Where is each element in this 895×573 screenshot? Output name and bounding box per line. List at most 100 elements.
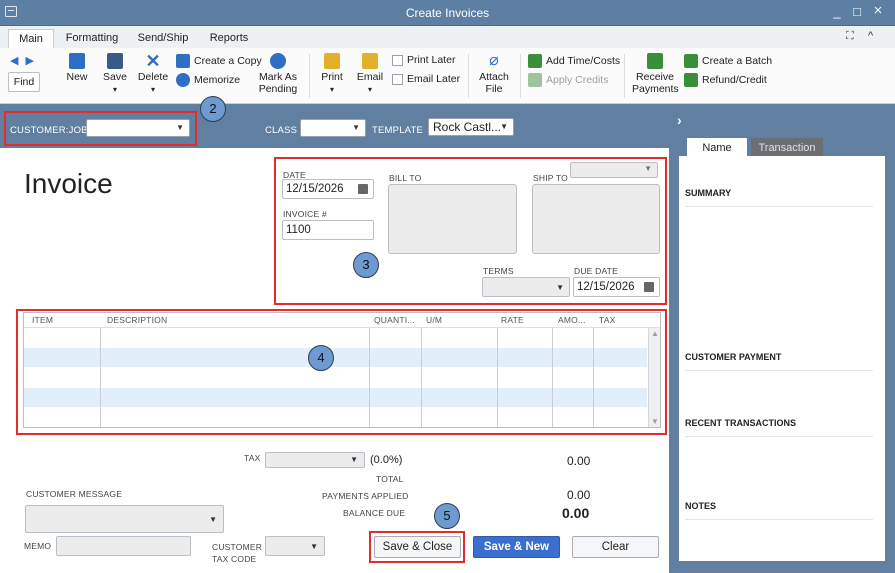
previous-arrow-icon[interactable]: ◀ [10, 55, 18, 67]
callout-badge: 5 [434, 503, 460, 529]
refund-credit-button[interactable]: Refund/Credit [684, 73, 767, 87]
tax-item-dropdown[interactable]: ▼ [265, 452, 365, 468]
print-button[interactable]: Print ▾ [318, 53, 346, 96]
recent-transactions-heading: RECENT TRANSACTIONS [685, 418, 873, 437]
delete-dropdown-icon[interactable]: ▾ [151, 85, 155, 94]
tab-name[interactable]: Name [687, 138, 747, 157]
callout-badge: 2 [200, 96, 226, 122]
highlight-save-close [369, 531, 465, 563]
apply-credits-button[interactable]: Apply Credits [528, 73, 608, 87]
class-label: CLASS [265, 125, 298, 136]
tab-send-ship[interactable]: Send/Ship [132, 29, 194, 48]
minimize-button[interactable]: _ [829, 4, 845, 19]
panel-toggle-icon[interactable]: › [677, 112, 682, 128]
memo-field[interactable] [56, 536, 191, 556]
next-arrow-icon[interactable]: ▶ [26, 55, 34, 67]
chevron-down-icon: ▼ [352, 123, 360, 132]
chevron-down-icon: ▼ [500, 122, 508, 131]
prev-next-arrows[interactable]: ◀ ▶ [10, 54, 34, 67]
class-dropdown[interactable]: ▼ [300, 119, 366, 137]
save-new-button[interactable]: Save & New [473, 536, 560, 558]
copy-icon [176, 54, 190, 68]
template-label: TEMPLATE [372, 125, 424, 136]
save-disk-icon [107, 53, 123, 69]
print-dropdown-icon[interactable]: ▾ [330, 85, 334, 94]
highlight-invoice-header [274, 157, 667, 305]
checkmark-badge-icon [270, 53, 286, 69]
ribbon-toolbar: ◀ ▶ Find New Save ▾ ✕ Delete ▾ Create a … [0, 48, 895, 104]
save-button[interactable]: Save ▾ [100, 53, 130, 96]
attach-file-button[interactable]: ⌀ Attach File [478, 52, 510, 96]
side-panel-content: SUMMARY CUSTOMER PAYMENT RECENT TRANSACT… [679, 156, 885, 561]
chevron-down-icon: ▼ [310, 542, 318, 551]
delete-button[interactable]: ✕ Delete ▾ [136, 51, 170, 96]
summary-heading: SUMMARY [685, 188, 873, 207]
total-label: TOTAL [376, 474, 404, 484]
callout-badge: 4 [308, 345, 334, 371]
tab-transaction[interactable]: Transaction [751, 138, 823, 157]
email-later-checkbox[interactable]: Email Later [392, 73, 460, 85]
balance-due-label: BALANCE DUE [343, 508, 406, 518]
refund-icon [684, 73, 698, 87]
tab-main[interactable]: Main [8, 29, 54, 48]
tab-formatting[interactable]: Formatting [60, 29, 124, 48]
customer-payment-heading: CUSTOMER PAYMENT [685, 352, 873, 371]
clear-button[interactable]: Clear [572, 536, 659, 558]
envelope-icon [362, 53, 378, 69]
tab-reports[interactable]: Reports [202, 29, 256, 48]
memorize-button[interactable]: Memorize [176, 73, 240, 87]
find-button[interactable]: Find [8, 72, 40, 92]
maximize-button[interactable]: □ [849, 4, 865, 19]
delete-x-icon: ✕ [145, 51, 161, 71]
ribbon-separator [624, 54, 625, 98]
highlight-line-items [16, 309, 667, 435]
page-title: Invoice [24, 168, 113, 199]
window-title-bar: Create Invoices _ □ × [0, 0, 895, 26]
collapse-ribbon-icon[interactable]: ^ [868, 30, 873, 42]
history-side-panel: › Name Transaction SUMMARY CUSTOMER PAYM… [669, 104, 895, 573]
email-dropdown-icon[interactable]: ▾ [368, 85, 372, 94]
balance-due-value: 0.00 [562, 505, 590, 521]
receive-payments-button[interactable]: Receive Payments [632, 53, 679, 95]
chevron-down-icon: ▼ [209, 515, 217, 524]
ribbon-tabs: Main Formatting Send/Ship Reports ⛶ ^ [0, 26, 895, 48]
chevron-down-icon: ▼ [350, 455, 358, 464]
customer-tax-code-dropdown[interactable]: ▼ [265, 536, 325, 556]
close-button[interactable]: × [870, 2, 886, 19]
apply-credits-icon [528, 73, 542, 87]
notes-heading: NOTES [685, 501, 873, 520]
create-copy-button[interactable]: Create a Copy [176, 54, 262, 68]
ribbon-separator [468, 54, 469, 98]
tax-label: TAX [244, 453, 261, 463]
new-document-icon [69, 53, 85, 69]
ribbon-separator [520, 54, 521, 98]
customer-message-label: CUSTOMER MESSAGE [26, 489, 123, 499]
expand-icon[interactable]: ⛶ [846, 30, 854, 43]
memo-label: MEMO [24, 541, 52, 551]
callout-badge: 3 [353, 252, 379, 278]
create-batch-button[interactable]: Create a Batch [684, 54, 772, 68]
customer-message-dropdown[interactable]: ▼ [25, 505, 224, 533]
new-button[interactable]: New [63, 53, 91, 83]
memorize-icon [176, 73, 190, 87]
save-dropdown-icon[interactable]: ▾ [113, 85, 117, 94]
paperclip-icon: ⌀ [489, 52, 499, 69]
ribbon-separator [309, 54, 310, 98]
print-later-check[interactable] [392, 54, 403, 66]
customer-tax-code-label: CUSTOMER TAX CODE [212, 542, 263, 564]
add-time-costs-icon [528, 54, 542, 68]
mark-as-pending-button[interactable]: Mark As Pending [258, 53, 298, 95]
email-later-check[interactable] [392, 73, 403, 85]
payments-applied-value: 0.00 [567, 488, 591, 502]
print-later-checkbox[interactable]: Print Later [392, 54, 455, 66]
template-dropdown[interactable]: Rock Castl... ▼ [428, 118, 514, 136]
receive-payments-icon [647, 53, 663, 69]
batch-icon [684, 54, 698, 68]
payments-applied-label: PAYMENTS APPLIED [322, 491, 409, 501]
add-time-costs-button[interactable]: Add Time/Costs [528, 54, 620, 68]
tax-rate: (0.0%) [370, 454, 403, 466]
email-button[interactable]: Email ▾ [355, 53, 385, 96]
tax-amount: 0.00 [567, 454, 591, 468]
window-title: Create Invoices [405, 6, 490, 20]
printer-icon [324, 53, 340, 69]
